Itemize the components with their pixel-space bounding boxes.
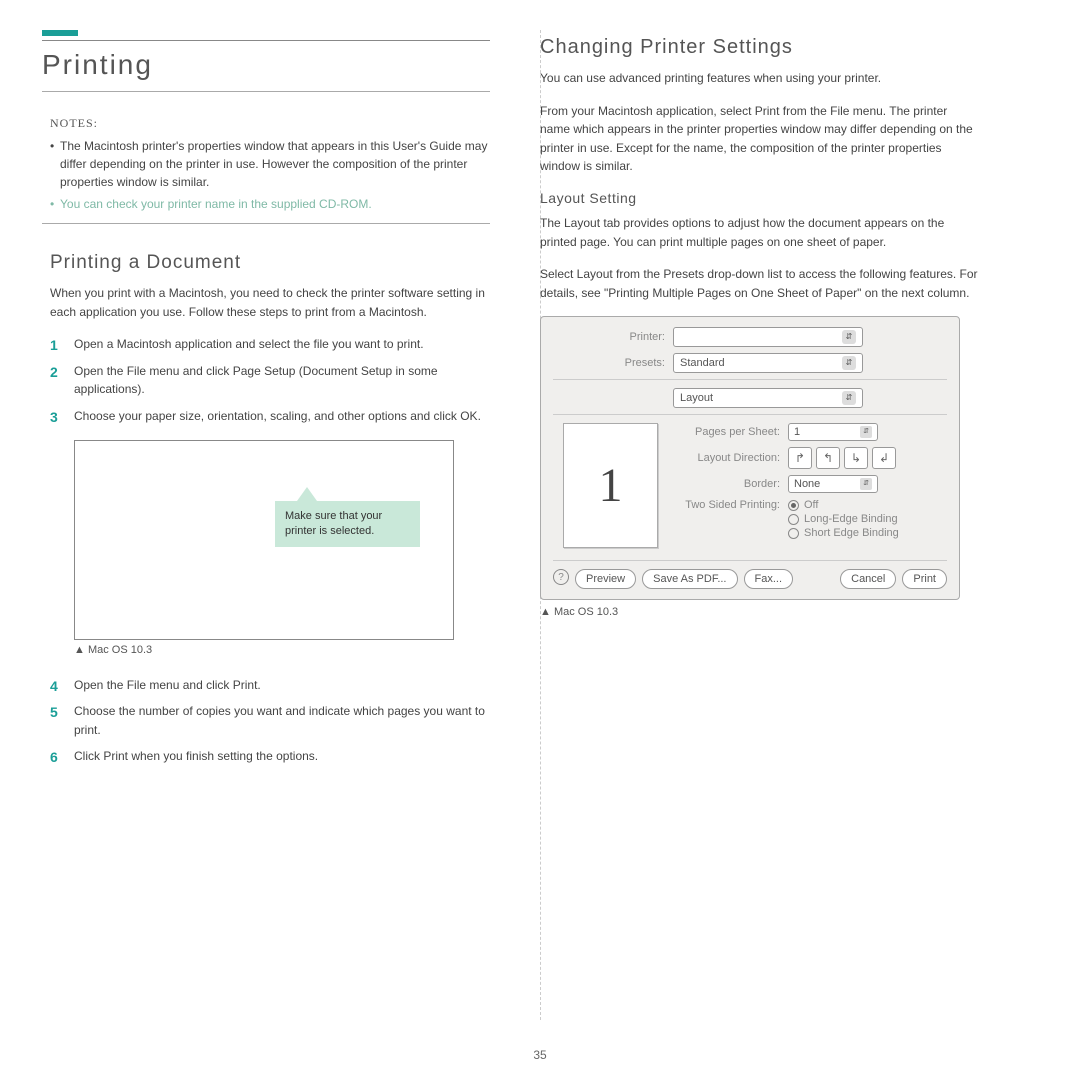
radio-icon	[788, 514, 799, 525]
radio-short-edge[interactable]: Short Edge Binding	[788, 527, 899, 539]
screenshot-placeholder: Make sure that your printer is selected.	[74, 440, 454, 640]
accent-bar	[42, 30, 78, 36]
step-item: Click Print when you finish setting the …	[50, 747, 490, 766]
chevron-updown-icon: ⇵	[842, 356, 856, 370]
steps-list-a: Open a Macintosh application and select …	[50, 335, 490, 425]
print-button[interactable]: Print	[902, 569, 947, 589]
figure-caption: Mac OS 10.3	[540, 606, 980, 618]
presets-value: Standard	[680, 357, 725, 369]
radio-long-edge[interactable]: Long-Edge Binding	[788, 513, 899, 525]
rule	[42, 40, 490, 41]
paragraph: You can use advanced printing features w…	[540, 69, 980, 88]
print-dialog: Printer: ⇵ Presets: Standard ⇵ Layout ⇵	[540, 316, 960, 600]
pane-value: Layout	[680, 392, 713, 404]
border-value: None	[794, 478, 820, 490]
step-item: Choose your paper size, orientation, sca…	[50, 407, 490, 426]
pages-per-sheet-label: Pages per Sheet:	[678, 426, 788, 438]
chevron-updown-icon: ⇵	[842, 391, 856, 405]
note-item-highlight: You can check your printer name in the s…	[50, 195, 490, 213]
note-item: The Macintosh printer's properties windo…	[50, 137, 490, 191]
radio-label: Short Edge Binding	[804, 527, 899, 539]
caption-text: Mac OS 10.3	[88, 644, 152, 656]
chevron-updown-icon: ⇵	[842, 330, 856, 344]
step-item: Open a Macintosh application and select …	[50, 335, 490, 354]
radio-icon	[788, 528, 799, 539]
layout-direction-button-2[interactable]: ↰	[816, 447, 840, 469]
radio-off[interactable]: Off	[788, 499, 899, 511]
printer-select[interactable]: ⇵	[673, 327, 863, 347]
chevron-updown-icon: ⇵	[860, 426, 872, 438]
rule	[42, 91, 490, 92]
page-number: 35	[533, 1048, 546, 1062]
paragraph: The Layout tab provides options to adjus…	[540, 214, 980, 251]
dialog-divider	[553, 414, 947, 415]
radio-icon	[788, 500, 799, 511]
paragraph: Select Layout from the Presets drop-down…	[540, 265, 980, 302]
step-item: Open the File menu and click Print.	[50, 676, 490, 695]
two-sided-label: Two Sided Printing:	[678, 499, 788, 511]
notes-label: NOTES:	[50, 116, 490, 131]
help-button[interactable]: ?	[553, 569, 569, 585]
preview-number: 1	[599, 458, 623, 513]
step-item: Choose the number of copies you want and…	[50, 702, 490, 739]
step-item: Open the File menu and click Page Setup …	[50, 362, 490, 399]
printer-label: Printer:	[553, 331, 673, 343]
preview-button[interactable]: Preview	[575, 569, 636, 589]
steps-list-b: Open the File menu and click Print. Choo…	[50, 676, 490, 766]
layout-direction-button-4[interactable]: ↲	[872, 447, 896, 469]
layout-direction-button-3[interactable]: ↳	[844, 447, 868, 469]
dialog-divider	[553, 379, 947, 380]
border-label: Border:	[678, 478, 788, 490]
pane-select[interactable]: Layout ⇵	[673, 388, 863, 408]
callout-tooltip: Make sure that your printer is selected.	[275, 501, 420, 548]
layout-direction-button-1[interactable]: ↱	[788, 447, 812, 469]
subsection-heading: Layout Setting	[540, 190, 980, 206]
radio-label: Long-Edge Binding	[804, 513, 898, 525]
save-as-pdf-button[interactable]: Save As PDF...	[642, 569, 737, 589]
figure-caption: Mac OS 10.3	[74, 644, 490, 656]
section-heading: Changing Printer Settings	[540, 36, 980, 59]
intro-paragraph: When you print with a Macintosh, you nee…	[50, 284, 490, 321]
page-preview: 1	[563, 423, 658, 548]
presets-select[interactable]: Standard ⇵	[673, 353, 863, 373]
pages-per-sheet-value: 1	[794, 426, 800, 438]
pages-per-sheet-select[interactable]: 1 ⇵	[788, 423, 878, 441]
subsection-heading: Printing a Document	[50, 252, 490, 274]
chevron-updown-icon: ⇵	[860, 478, 872, 490]
radio-label: Off	[804, 499, 818, 511]
paragraph: From your Macintosh application, select …	[540, 102, 980, 176]
cancel-button[interactable]: Cancel	[840, 569, 896, 589]
fax-button[interactable]: Fax...	[744, 569, 794, 589]
right-column: Changing Printer Settings You can use ad…	[540, 30, 980, 1030]
border-select[interactable]: None ⇵	[788, 475, 878, 493]
left-column: Printing NOTES: The Macintosh printer's …	[50, 30, 490, 1030]
presets-label: Presets:	[553, 357, 673, 369]
layout-direction-label: Layout Direction:	[678, 452, 788, 464]
notes-list: The Macintosh printer's properties windo…	[50, 137, 490, 213]
section-heading: Printing	[42, 49, 490, 81]
caption-text: Mac OS 10.3	[554, 606, 618, 618]
rule	[42, 223, 490, 224]
